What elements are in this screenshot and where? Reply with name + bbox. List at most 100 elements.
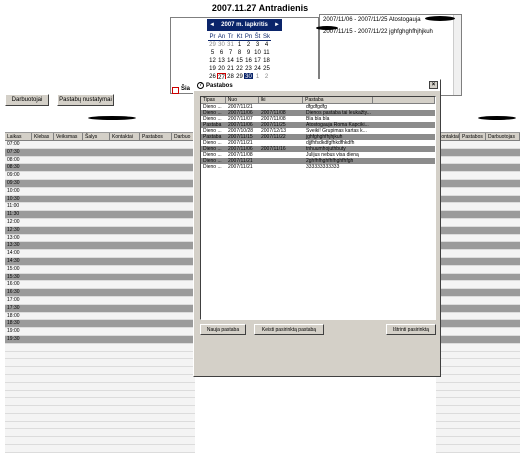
time-slot-row[interactable]: 07:30 xyxy=(5,148,195,157)
time-slot-row-right[interactable] xyxy=(436,257,520,266)
time-slot-row-right[interactable] xyxy=(436,289,520,297)
calendar-day[interactable]: 30 xyxy=(217,41,226,49)
col-laikas[interactable]: Laikas xyxy=(5,133,32,140)
time-slot-row[interactable]: 15:30 xyxy=(5,273,195,282)
calendar-day[interactable]: 24 xyxy=(253,65,262,73)
time-slot-row-right[interactable] xyxy=(436,242,520,251)
time-slot-row[interactable]: 16:30 xyxy=(5,289,195,297)
time-slot-row[interactable]: 19:30 xyxy=(5,335,195,344)
time-slot-row[interactable]: 11:30 xyxy=(5,211,195,219)
time-slot-row-right[interactable] xyxy=(436,164,520,173)
calendar-day[interactable]: 21 xyxy=(226,65,235,73)
calendar-day[interactable]: 31 xyxy=(226,41,235,49)
notes-dialog[interactable]: ? Pastabos × Tipas Nuo Iki Pastaba Dieno… xyxy=(193,79,441,377)
calendar-day[interactable]: 1 xyxy=(235,41,244,49)
time-slot-row-right[interactable] xyxy=(436,281,520,290)
time-slot-row-right[interactable] xyxy=(436,320,520,329)
col-pastaba[interactable]: Pastaba xyxy=(303,97,373,104)
edit-note-button[interactable]: Keisti pasirinktą pastabą xyxy=(254,324,324,335)
calendar-day[interactable]: 10 xyxy=(253,49,262,57)
time-slot-row[interactable]: 08:30 xyxy=(5,164,195,173)
time-slot-row[interactable]: 09:30 xyxy=(5,179,195,188)
calendar-day[interactable]: 7 xyxy=(226,49,235,57)
time-slot-row[interactable]: 18:30 xyxy=(5,320,195,329)
time-slot-row-right[interactable] xyxy=(436,312,520,321)
calendar-day[interactable]: 11 xyxy=(262,49,271,57)
col-darbuotojas-right[interactable]: Darbuotojas xyxy=(486,133,520,140)
time-slot-row-right[interactable] xyxy=(436,187,520,196)
time-slot-row-right[interactable] xyxy=(436,250,520,258)
time-slot-row[interactable]: 16:00 xyxy=(5,281,195,290)
employees-button[interactable]: Darbuotojai xyxy=(5,94,49,106)
time-slot-row-right[interactable] xyxy=(436,195,520,204)
time-slot-row-right[interactable] xyxy=(436,203,520,212)
time-slot-row[interactable]: 13:00 xyxy=(5,234,195,243)
time-slot-row-right[interactable] xyxy=(436,273,520,282)
calendar-day[interactable]: 29 xyxy=(208,41,217,49)
time-slot-row[interactable]: 19:00 xyxy=(5,328,195,336)
col-kontaktai[interactable]: Kontaktai xyxy=(110,133,140,140)
calendar-day[interactable]: 17 xyxy=(253,57,262,65)
calendar-day[interactable]: 18 xyxy=(262,57,271,65)
time-slot-row[interactable]: 10:00 xyxy=(5,187,195,196)
time-slot-row-right[interactable] xyxy=(436,304,520,313)
time-slot-row-right[interactable] xyxy=(436,234,520,243)
note-settings-button[interactable]: Pastabų nustatymai xyxy=(57,94,114,106)
calendar-day[interactable]: 9 xyxy=(244,49,253,57)
next-month-button[interactable]: ► xyxy=(274,22,280,28)
time-slot-row[interactable]: 12:00 xyxy=(5,218,195,227)
schedule-grid-right[interactable]: Kontaktai Pastabos Darbuotojas xyxy=(436,132,520,467)
col-klebas[interactable]: Klebas xyxy=(32,133,54,140)
calendar-day[interactable]: 14 xyxy=(226,57,235,65)
events-scrollbar[interactable] xyxy=(453,15,461,95)
time-slot-row[interactable]: 09:00 xyxy=(5,172,195,180)
calendar-day[interactable]: 8 xyxy=(235,49,244,57)
col-pastabos-right[interactable]: Pastabos xyxy=(460,133,486,140)
time-slot-row[interactable]: 17:00 xyxy=(5,296,195,305)
dialog-titlebar[interactable]: ? Pastabos × xyxy=(194,80,440,91)
time-slot-row-right[interactable] xyxy=(436,179,520,188)
calendar-day[interactable]: 6 xyxy=(217,49,226,57)
calendar-month-label[interactable]: 2007 m. lapkritis xyxy=(221,22,268,28)
time-slot-row-right[interactable] xyxy=(436,148,520,157)
time-slot-row-right[interactable] xyxy=(436,328,520,336)
time-slot-row[interactable]: 18:00 xyxy=(5,312,195,321)
calendar-day[interactable]: 16 xyxy=(244,57,253,65)
time-slot-row-right[interactable] xyxy=(436,265,520,274)
today-checkbox[interactable] xyxy=(172,87,179,94)
time-slot-row[interactable]: 07:00 xyxy=(5,141,195,149)
event-item[interactable]: 2007/11/15 - 2007/11/22 jghfghghfhjhjkuh xyxy=(323,29,458,35)
time-slot-row-right[interactable] xyxy=(436,156,520,165)
col-salys[interactable]: Šalys xyxy=(83,133,110,140)
calendar-day[interactable]: 20 xyxy=(217,65,226,73)
col-darbuotojas[interactable]: Darbuo xyxy=(172,133,195,140)
time-slot-row[interactable]: 12:30 xyxy=(5,226,195,235)
time-slot-row-right[interactable] xyxy=(436,211,520,219)
time-slot-row[interactable]: 14:30 xyxy=(5,257,195,266)
time-slot-row-right[interactable] xyxy=(436,172,520,180)
schedule-grid-left[interactable]: Laikas Klebas Veiksmas Šalys Kontaktai P… xyxy=(5,132,195,467)
time-slot-row[interactable]: 13:30 xyxy=(5,242,195,251)
calendar-day[interactable]: 3 xyxy=(253,41,262,49)
time-slot-row[interactable]: 08:00 xyxy=(5,156,195,165)
calendar-day[interactable]: 5 xyxy=(208,49,217,57)
calendar-day[interactable]: 4 xyxy=(262,41,271,49)
time-slot-row-right[interactable] xyxy=(436,335,520,344)
calendar-day[interactable]: 22 xyxy=(235,65,244,73)
time-slot-row[interactable]: 17:30 xyxy=(5,304,195,313)
calendar-day[interactable]: 23 xyxy=(244,65,253,73)
col-nuo[interactable]: Nuo xyxy=(225,97,259,104)
time-slot-row[interactable]: 14:00 xyxy=(5,250,195,258)
new-note-button[interactable]: Nauja pastaba xyxy=(200,324,246,335)
time-slot-row[interactable]: 10:30 xyxy=(5,195,195,204)
calendar-day[interactable]: 19 xyxy=(208,65,217,73)
calendar-day[interactable]: 25 xyxy=(262,65,271,73)
time-slot-row-right[interactable] xyxy=(436,141,520,149)
delete-note-button[interactable]: Ištrinti pasirinktą xyxy=(386,324,436,335)
col-tipas[interactable]: Tipas xyxy=(201,97,226,104)
notes-list[interactable]: Tipas Nuo Iki Pastaba Dieno ... 2007/11/2… xyxy=(200,96,436,320)
col-pastabos[interactable]: Pastabos xyxy=(140,133,172,140)
time-slot-row-right[interactable] xyxy=(436,218,520,227)
time-slot-row-right[interactable] xyxy=(436,296,520,305)
note-row[interactable]: Dieno ... 2007/11/21 333333333333 xyxy=(201,164,435,170)
